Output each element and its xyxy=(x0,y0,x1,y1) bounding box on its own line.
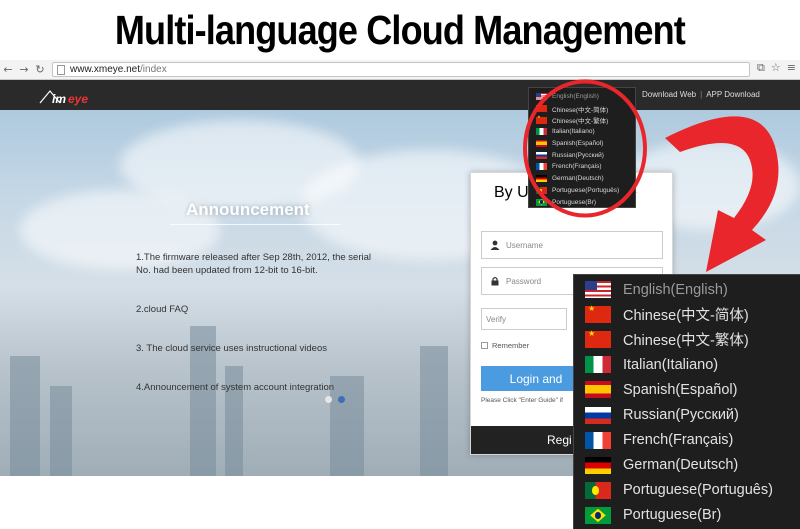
username-field[interactable]: Username xyxy=(481,231,663,259)
language-dropdown-large: English(English) Chinese(中文-简体) Chinese(中文… xyxy=(573,274,800,529)
language-label: Spanish(Español) xyxy=(623,381,738,398)
language-option-item-fr[interactable]: French(Français) xyxy=(574,428,800,453)
svg-text:im: im xyxy=(52,92,66,106)
username-placeholder: Username xyxy=(506,240,543,250)
lock-icon xyxy=(491,276,499,286)
verify-code-field[interactable]: Verify xyxy=(481,308,567,330)
announcement-item-3[interactable]: 3. The cloud service uses instructional … xyxy=(136,342,376,355)
language-label: Italian(Italiano) xyxy=(623,356,719,373)
flag-pt-icon xyxy=(585,481,611,499)
language-option-item-ru[interactable]: Russian(Русский) xyxy=(574,402,800,427)
page-icon xyxy=(57,64,65,75)
verify-placeholder: Verify xyxy=(486,314,507,324)
translate-icon[interactable]: ⧉ xyxy=(757,61,765,75)
flag-cn-icon xyxy=(585,330,611,349)
svg-text:eye: eye xyxy=(68,92,88,106)
announcement-item-1[interactable]: 1.The firmware released after Sep 28th, … xyxy=(136,251,376,277)
language-option-item-it[interactable]: Italian(Italiano) xyxy=(574,352,800,377)
bg-building xyxy=(420,346,448,476)
flag-us-icon xyxy=(585,281,611,299)
language-option-item-br[interactable]: Portuguese(Br) xyxy=(574,503,800,528)
language-label: German(Deutsch) xyxy=(623,457,739,474)
language-option-item-cn[interactable]: Chinese(中文-简体) xyxy=(574,302,800,327)
language-label: English(English) xyxy=(623,281,728,298)
guide-hint: Please Click "Enter Guide" if xyxy=(481,397,563,404)
language-label: Chinese(中文-简体) xyxy=(623,308,749,325)
language-label: Portuguese(Português) xyxy=(623,482,773,499)
language-label: French(Français) xyxy=(623,432,734,449)
flag-ru-icon xyxy=(585,406,611,424)
language-option-item-de[interactable]: German(Deutsch) xyxy=(574,453,800,478)
language-option-item-cn-trad[interactable]: Chinese(中文-繁体) xyxy=(574,327,800,352)
back-arrow-icon[interactable]: ← xyxy=(0,61,16,79)
flag-br-icon xyxy=(585,506,611,524)
browser-right-icons: ⧉ ☆ ≡ xyxy=(757,61,796,75)
flag-cn-icon xyxy=(585,305,611,324)
url-host: www.xmeye.net xyxy=(70,64,141,75)
language-option-item-pt[interactable]: Portuguese(Português) xyxy=(574,478,800,503)
carousel-dot-active[interactable] xyxy=(338,396,345,403)
highlight-ellipse xyxy=(523,79,647,218)
remember-label: Remember xyxy=(492,341,530,350)
remember-option[interactable]: Remember xyxy=(481,341,529,350)
bg-building xyxy=(50,386,72,476)
reload-icon[interactable]: ↻ xyxy=(32,61,48,79)
banner-title: Multi-language Cloud Management xyxy=(114,6,686,53)
announcement-divider xyxy=(170,224,340,225)
bg-building xyxy=(10,356,40,476)
browser-toolbar: ← → ↻ www.xmeye.net /index ⧉ ☆ ≡ xyxy=(0,60,800,80)
register-label: Regi xyxy=(547,433,572,447)
address-bar[interactable]: www.xmeye.net /index xyxy=(52,62,750,77)
forward-arrow-icon[interactable]: → xyxy=(16,61,32,79)
language-label: Portuguese(Br) xyxy=(623,507,722,524)
banner: Multi-language Cloud Management xyxy=(0,0,800,60)
language-option-item-us[interactable]: English(English) xyxy=(574,277,800,302)
flag-de-icon xyxy=(585,456,611,474)
announcement-item-2[interactable]: 2.cloud FAQ xyxy=(136,303,376,316)
red-arrow-icon xyxy=(665,116,779,272)
url-path: /index xyxy=(140,64,167,75)
announcement-title: Announcement xyxy=(186,200,310,219)
bookmark-star-icon[interactable]: ☆ xyxy=(771,61,781,75)
announcement-item-4[interactable]: 4.Announcement of system account integra… xyxy=(136,381,376,394)
language-option-item-es[interactable]: Spanish(Español) xyxy=(574,377,800,402)
xmeye-logo[interactable]: im eye xyxy=(38,85,108,107)
language-label: Chinese(中文-繁体) xyxy=(623,333,749,350)
carousel-dot[interactable] xyxy=(325,396,332,403)
flag-es-icon xyxy=(585,381,611,399)
language-label: Russian(Русский) xyxy=(623,407,739,424)
flag-fr-icon xyxy=(585,431,611,449)
password-placeholder: Password xyxy=(506,276,542,286)
menu-icon[interactable]: ≡ xyxy=(787,61,796,75)
flag-it-icon xyxy=(585,356,611,374)
remember-checkbox[interactable] xyxy=(481,342,488,349)
user-icon xyxy=(490,240,500,250)
